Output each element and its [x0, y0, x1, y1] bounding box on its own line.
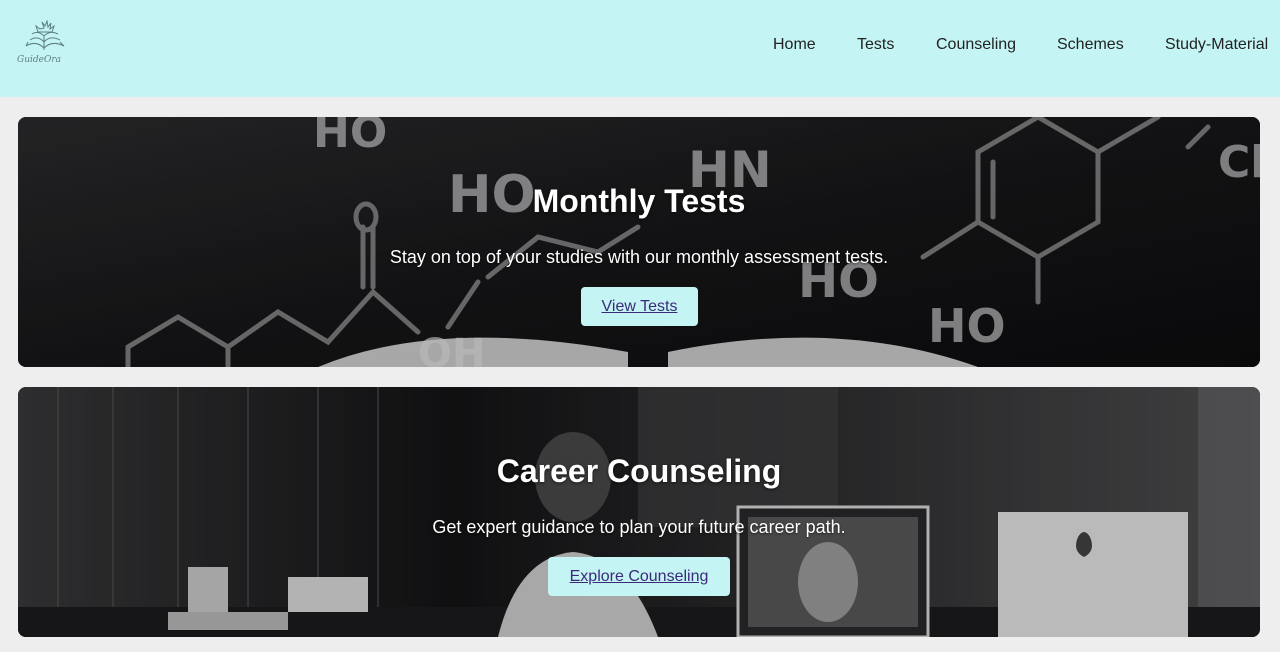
main-nav: Home Tests Counseling Schemes Study-Mate… [0, 36, 1280, 58]
view-tests-button[interactable]: View Tests [581, 287, 698, 326]
career-counseling-description: Get expert guidance to plan your future … [432, 517, 846, 537]
site-header: GuideOra Home Tests Counseling Schemes S… [0, 0, 1280, 97]
nav-tests[interactable]: Tests [857, 36, 894, 54]
monthly-tests-title: Monthly Tests [532, 183, 746, 219]
nav-study-material[interactable]: Study-Material [1165, 36, 1268, 54]
nav-home[interactable]: Home [773, 36, 816, 54]
career-counseling-card: Career Counseling Get expert guidance to… [18, 387, 1260, 637]
explore-counseling-button[interactable]: Explore Counseling [548, 557, 730, 596]
monthly-tests-content: Monthly Tests Stay on top of your studie… [18, 117, 1260, 367]
nav-counseling[interactable]: Counseling [936, 36, 1016, 54]
career-counseling-content: Career Counseling Get expert guidance to… [18, 387, 1260, 637]
monthly-tests-card: HO HO HN HO Ch OH HO Monthly Tests Stay … [18, 117, 1260, 367]
career-counseling-title: Career Counseling [496, 453, 782, 489]
monthly-tests-description: Stay on top of your studies with our mon… [389, 247, 889, 267]
nav-schemes[interactable]: Schemes [1057, 36, 1124, 54]
